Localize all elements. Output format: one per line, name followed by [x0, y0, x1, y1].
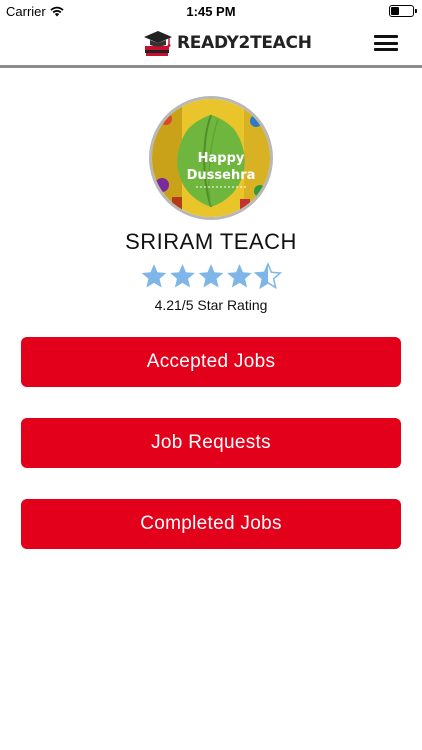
profile-name: SRIRAM TEACH — [125, 229, 297, 254]
graduation-cap-icon — [144, 31, 172, 56]
job-requests-button[interactable]: Job Requests — [21, 418, 401, 468]
avatar-text-dussehra: Dussehra — [187, 168, 256, 183]
star-full-icon — [227, 264, 252, 288]
status-time: 1:45 PM — [186, 4, 236, 19]
star-rating — [141, 262, 282, 290]
rating-text: 4.21/5 Star Rating — [154, 297, 268, 313]
profile-avatar[interactable]: Happy Dussehra — [149, 96, 273, 220]
star-full-icon — [141, 264, 167, 288]
completed-jobs-button[interactable]: Completed Jobs — [21, 499, 401, 549]
battery-icon — [389, 5, 417, 17]
accepted-jobs-button[interactable]: Accepted Jobs — [21, 337, 401, 387]
hamburger-menu-icon[interactable] — [374, 35, 398, 51]
star-full-icon — [198, 264, 224, 288]
app-logo[interactable]: READY2TEACH — [142, 28, 312, 58]
star-full-icon — [170, 264, 195, 288]
avatar-text-happy: Happy — [198, 151, 245, 166]
status-bar: Carrier 1:45 PM — [0, 0, 422, 22]
avatar-image: Happy Dussehra — [152, 99, 270, 217]
logo-text: READY2TEACH — [177, 33, 312, 53]
navbar-divider — [0, 65, 422, 68]
